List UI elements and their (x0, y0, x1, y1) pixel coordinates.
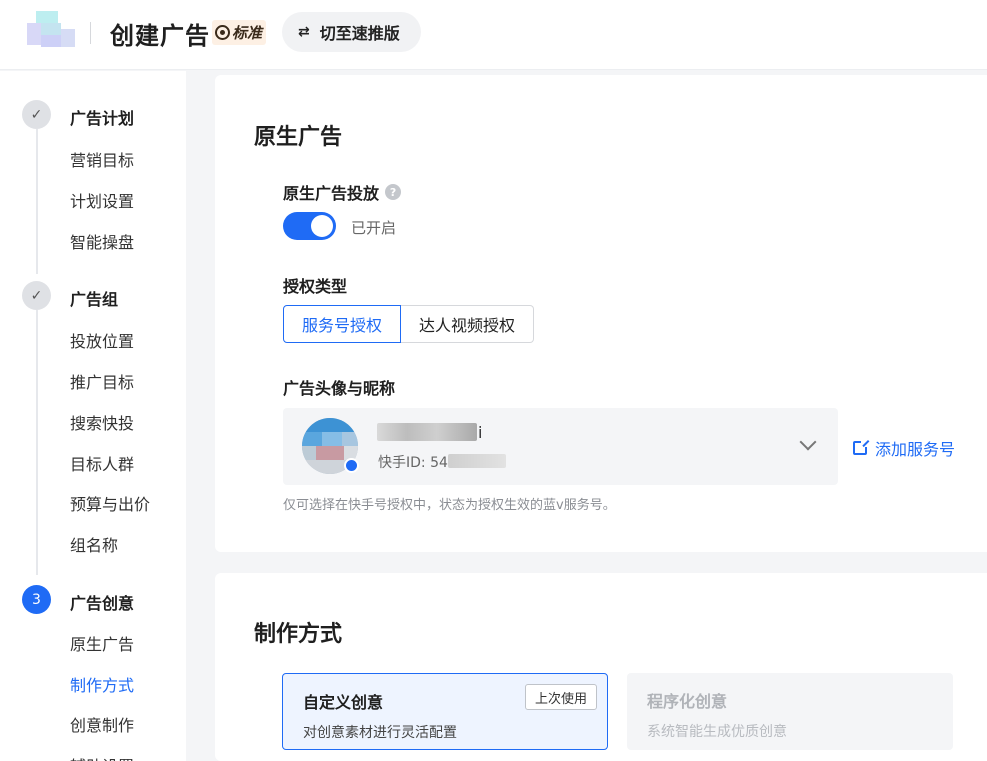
account-name-tail: i (478, 423, 483, 442)
standard-badge: 标准 (212, 20, 267, 45)
toggle-knob (311, 215, 333, 237)
account-name-blurred (377, 423, 477, 441)
step-title-ad-creative[interactable]: 广告创意 (70, 590, 134, 614)
add-service-account-label: 添加服务号 (875, 440, 956, 459)
sidebar-item-smart-operation[interactable]: 智能操盘 (70, 229, 134, 253)
switch-button-label: 切至速推版 (319, 24, 400, 43)
section-title-native-ad: 原生广告 (254, 125, 343, 150)
auth-option-service-account[interactable]: 服务号授权 (283, 305, 402, 343)
toggle-status-text: 已开启 (351, 219, 397, 237)
step-sidebar: ✓ 广告计划 营销目标 计划设置 智能操盘 ✓ 广告组 投放位置 推广目标 搜索… (0, 71, 186, 761)
step-connector (36, 129, 38, 274)
sidebar-item-marketing-goal[interactable]: 营销目标 (70, 147, 134, 171)
swap-arrows-icon: ⇄ (298, 24, 310, 40)
mode-description: 系统智能生成优质创意 (647, 724, 787, 740)
sidebar-item-production-mode[interactable]: 制作方式 (70, 672, 134, 696)
step-3-number-icon: 3 (22, 585, 51, 614)
chevron-down-icon[interactable] (799, 433, 817, 451)
add-service-account-link[interactable]: 添加服务号 (853, 436, 955, 460)
standard-badge-label: 标准 (232, 24, 263, 42)
sidebar-item-plan-settings[interactable]: 计划设置 (70, 188, 134, 212)
header-divider (90, 22, 91, 44)
step-connector (36, 310, 38, 575)
avatar-nickname-label: 广告头像与昵称 (283, 379, 396, 398)
auth-option-creator-video[interactable]: 达人视频授权 (401, 305, 535, 343)
sidebar-item-placement[interactable]: 投放位置 (70, 328, 134, 352)
auth-type-selector: 服务号授权 达人视频授权 (283, 305, 535, 343)
sidebar-item-creative-production[interactable]: 创意制作 (70, 712, 134, 736)
coin-icon (215, 25, 230, 40)
logo (27, 11, 75, 49)
account-id-blurred (448, 454, 506, 468)
sidebar-item-native-ad[interactable]: 原生广告 (70, 631, 134, 655)
account-id: 快手ID: 54 (378, 455, 448, 471)
last-used-badge: 上次使用 (524, 684, 597, 710)
native-ad-card: 原生广告 原生广告投放 ? 已开启 授权类型 服务号授权 达人视频授权 广告头像… (215, 75, 987, 552)
auth-type-label: 授权类型 (283, 277, 348, 296)
verified-badge-icon (344, 458, 359, 473)
external-link-icon (853, 439, 869, 455)
page-title: 创建广告 (110, 22, 210, 50)
section-title-production-mode: 制作方式 (254, 622, 343, 647)
production-mode-card: 制作方式 自定义创意 对创意素材进行灵活配置 上次使用 程序化创意 系统智能生成… (215, 573, 987, 761)
sidebar-item-budget-bid[interactable]: 预算与出价 (70, 491, 150, 515)
step-1-check-icon: ✓ (22, 100, 51, 129)
native-delivery-toggle[interactable] (283, 212, 336, 240)
help-icon[interactable]: ? (385, 184, 402, 200)
sidebar-item-target-audience[interactable]: 目标人群 (70, 451, 134, 475)
account-hint-text: 仅可选择在快手号授权中，状态为授权生效的蓝v服务号。 (283, 498, 616, 513)
step-title-ad-plan[interactable]: 广告计划 (70, 105, 134, 129)
mode-title: 程序化创意 (647, 692, 728, 711)
sidebar-item-promotion-goal[interactable]: 推广目标 (70, 369, 134, 393)
sidebar-item-group-name[interactable]: 组名称 (70, 532, 118, 556)
native-delivery-label: 原生广告投放 ? (283, 180, 402, 204)
mode-option-custom-creative[interactable]: 自定义创意 对创意素材进行灵活配置 上次使用 (282, 673, 608, 750)
sidebar-item-auxiliary-settings[interactable]: 辅助设置 (70, 753, 134, 761)
step-2-check-icon: ✓ (22, 281, 51, 310)
account-select-dropdown[interactable]: i 快手ID: 54 (283, 408, 838, 485)
mode-title: 自定义创意 (303, 693, 384, 712)
top-header: 创建广告 标准 ⇄ 切至速推版 (0, 0, 987, 70)
mode-description: 对创意素材进行灵活配置 (303, 725, 457, 741)
switch-to-quick-version-button[interactable]: ⇄ 切至速推版 (282, 12, 421, 52)
mode-option-programmatic-creative: 程序化创意 系统智能生成优质创意 (627, 673, 953, 750)
sidebar-item-search-boost[interactable]: 搜索快投 (70, 410, 134, 434)
native-delivery-label-text: 原生广告投放 (283, 184, 380, 203)
step-title-ad-group[interactable]: 广告组 (70, 286, 118, 310)
